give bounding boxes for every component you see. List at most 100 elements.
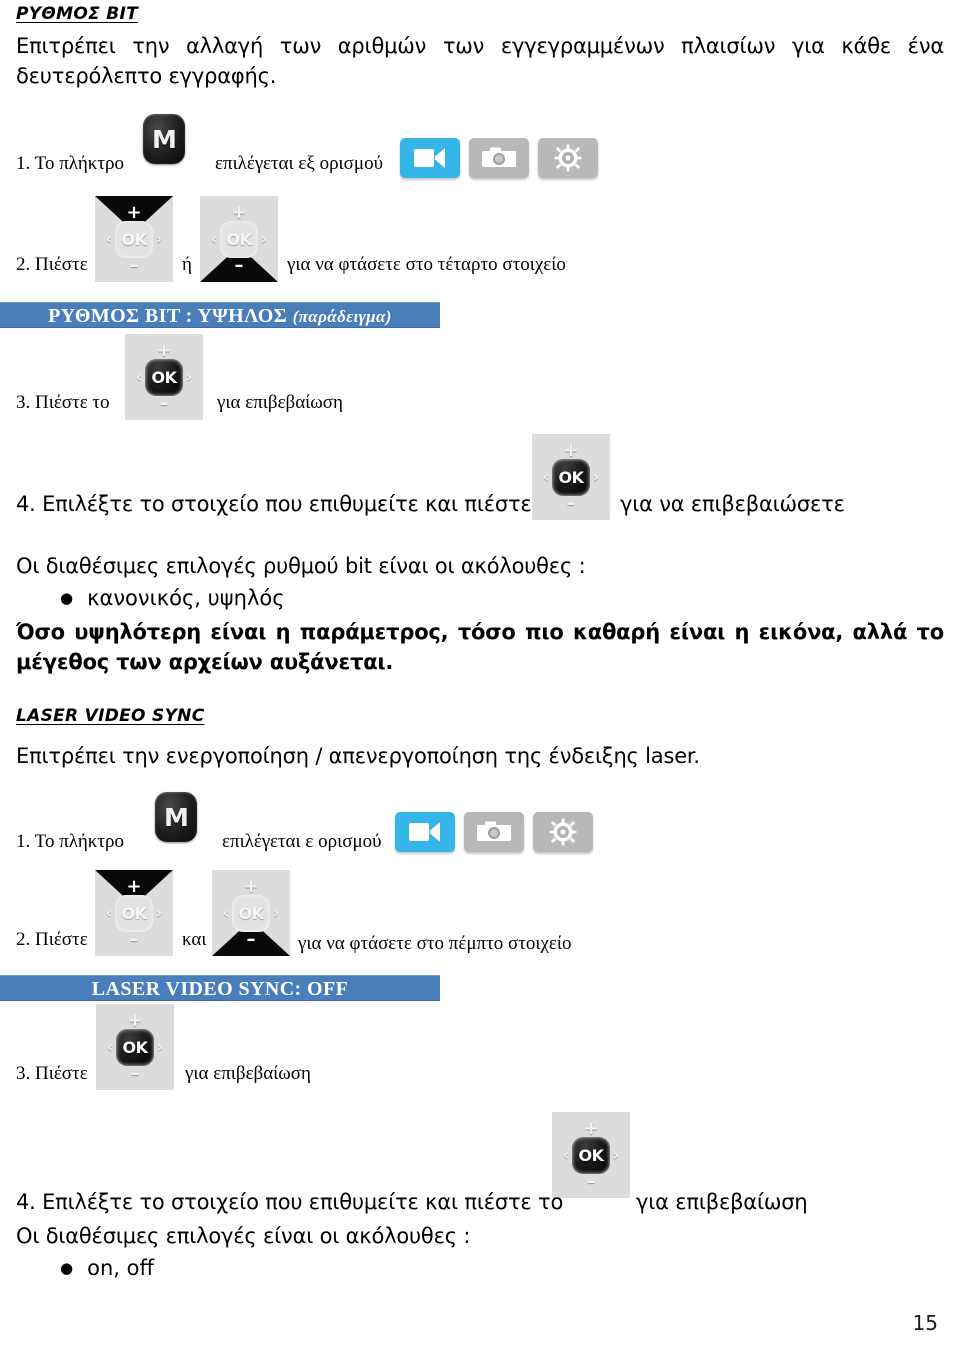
video-camera-glyph	[409, 822, 440, 842]
banner-paren-text: (παράδειγμα)	[292, 307, 392, 326]
navpad-down-label: –	[159, 392, 169, 414]
section-title-laser-video-sync: LASER VIDEO SYNC	[16, 706, 205, 726]
navpad-ok-1[interactable]: + – ‹ › OK	[125, 334, 203, 420]
section-1-option-item: ● κανονικός, υψηλός	[16, 586, 285, 610]
navpad-up-label: +	[583, 1117, 599, 1139]
step-1-1-prefix: 1. Το πλήκτρο	[16, 153, 124, 174]
m-key-1[interactable]: M	[143, 114, 185, 164]
step-2-3-suffix: για επιβεβαίωση	[185, 1063, 311, 1084]
section-2-description: Επιτρέπει την ενεργοποίηση / απενεργοποί…	[16, 744, 700, 768]
navpad-left-label: ‹	[106, 1038, 114, 1056]
step-2-2-prefix: 2. Πιέστε	[16, 929, 88, 950]
status-banner-laser-video-sync: LASER VIDEO SYNC: OFF	[0, 975, 440, 1001]
step-1-2-suffix: για να φτάσετε στο τέταρτο στοιχείο	[287, 254, 566, 275]
settings-gear-icon[interactable]	[538, 138, 598, 178]
navpad-right-label: ›	[185, 368, 193, 386]
step-2-2-suffix: για να φτάσετε στο πέμπτο στοιχείο	[298, 933, 572, 954]
navpad-ok-button[interactable]: OK	[115, 895, 153, 932]
navpad-up-2[interactable]: + – ‹ › OK	[95, 870, 173, 956]
navpad-down-label: –	[129, 254, 139, 276]
settings-gear-icon[interactable]	[533, 812, 593, 852]
step-2-3-prefix: 3. Πιέστε	[16, 1063, 88, 1084]
banner-main-text: ΡΥΘΜΟΣ ΒΙΤ : ΥΨΗΛΟΣ	[48, 305, 288, 327]
step-1-4-suffix: για να επιβεβαιώσετε	[620, 492, 845, 516]
navpad-ok-label: OK	[238, 904, 265, 923]
page-number: 15	[912, 1311, 938, 1335]
navpad-ok-button[interactable]: OK	[145, 359, 183, 396]
navpad-ok-button[interactable]: OK	[116, 1029, 154, 1066]
navpad-up-label: +	[126, 201, 142, 223]
navpad-ok-label: OK	[122, 1038, 149, 1057]
navpad-ok-button[interactable]: OK	[115, 221, 153, 258]
navpad-ok-label: OK	[121, 904, 148, 923]
step-2-4-suffix: για επιβεβαίωση	[636, 1190, 808, 1214]
navpad-ok-4[interactable]: + – ‹ › OK	[552, 1112, 630, 1198]
bullet-icon: ●	[60, 1259, 74, 1277]
navpad-up-label: +	[243, 875, 259, 897]
navpad-ok-label: OK	[151, 368, 178, 387]
step-1-3-prefix: 3. Πιέστε το	[16, 392, 110, 413]
mode-icon-row-2	[395, 812, 593, 852]
settings-gear-glyph	[549, 818, 577, 846]
m-key-2[interactable]: M	[155, 792, 197, 842]
photo-camera-icon[interactable]	[469, 138, 529, 178]
navpad-down-label: –	[566, 492, 576, 514]
document-page: ΡΥΘΜΟΣ ΒΙΤ Επιτρέπει την αλλαγή των αριθ…	[0, 0, 960, 1351]
section-title-bitrate: ΡΥΘΜΟΣ ΒΙΤ	[16, 4, 138, 24]
navpad-ok-button[interactable]: OK	[220, 221, 258, 258]
bullet-icon: ●	[60, 589, 74, 607]
navpad-left-label: ‹	[210, 230, 218, 248]
navpad-left-label: ‹	[542, 468, 550, 486]
section-1-title-wrap: ΡΥΘΜΟΣ ΒΙΤ	[16, 4, 138, 24]
section-2-title-wrap: LASER VIDEO SYNC	[16, 706, 205, 726]
navpad-down-2[interactable]: + – ‹ › OK	[212, 870, 290, 956]
navpad-left-label: ‹	[105, 904, 113, 922]
navpad-ok-3[interactable]: + – ‹ › OK	[96, 1004, 174, 1090]
navpad-down-1[interactable]: + – ‹ › OK	[200, 196, 278, 282]
photo-camera-glyph	[477, 821, 511, 841]
navpad-ok-label: OK	[121, 230, 148, 249]
step-2-1-prefix: 1. Το πλήκτρο	[16, 831, 124, 852]
step-2-1-suffix: επιλέγεται ε ορισμού	[222, 831, 382, 852]
navpad-left-label: ‹	[562, 1146, 570, 1164]
navpad-down-label: –	[234, 254, 244, 276]
banner-main-text: LASER VIDEO SYNC: OFF	[91, 978, 349, 1000]
step-1-1-suffix: επιλέγεται εξ ορισμού	[215, 153, 384, 174]
navpad-ok-button[interactable]: OK	[232, 895, 270, 932]
section-2-options-intro: Οι διαθέσιμες επιλογές είναι οι ακόλουθε…	[16, 1224, 471, 1248]
navpad-up-label: +	[156, 339, 172, 361]
navpad-ok-label: OK	[226, 230, 253, 249]
navpad-left-label: ‹	[222, 904, 230, 922]
navpad-right-label: ›	[155, 904, 163, 922]
navpad-up-label: +	[563, 439, 579, 461]
step-1-2-middle: ή	[182, 254, 192, 275]
photo-camera-glyph	[482, 147, 516, 167]
section-1-options-intro: Οι διαθέσιμες επιλογές ρυθμού bit είναι …	[16, 554, 586, 578]
navpad-right-label: ›	[612, 1146, 620, 1164]
navpad-up-label: +	[126, 875, 142, 897]
step-1-3-suffix: για επιβεβαίωση	[217, 392, 343, 413]
navpad-right-label: ›	[260, 230, 268, 248]
photo-camera-icon[interactable]	[464, 812, 524, 852]
m-key-label: M	[164, 802, 189, 832]
navpad-ok-button[interactable]: OK	[552, 459, 590, 496]
navpad-ok-2[interactable]: + – ‹ › OK	[532, 434, 610, 520]
settings-gear-glyph	[554, 144, 582, 172]
video-camera-icon[interactable]	[395, 812, 455, 852]
navpad-ok-label: OK	[558, 468, 585, 487]
navpad-down-label: –	[246, 928, 256, 950]
navpad-down-label: –	[130, 1062, 140, 1084]
navpad-down-label: –	[129, 928, 139, 950]
status-banner-bitrate: ΡΥΘΜΟΣ ΒΙΤ : ΥΨΗΛΟΣ (παράδειγμα)	[0, 302, 440, 328]
navpad-ok-label: OK	[578, 1146, 605, 1165]
video-camera-icon[interactable]	[400, 138, 460, 178]
section-1-note: Όσο υψηλότερη είναι η παράμετρος, τόσο π…	[16, 620, 944, 674]
navpad-right-label: ›	[155, 230, 163, 248]
navpad-up-1[interactable]: + – ‹ › OK	[95, 196, 173, 282]
step-2-2-middle: και	[182, 929, 207, 950]
navpad-up-label: +	[231, 201, 247, 223]
navpad-left-label: ‹	[105, 230, 113, 248]
step-2-4-prefix: 4. Επιλέξτε το στοιχείο που επιθυμείτε κ…	[16, 1190, 564, 1214]
navpad-ok-button[interactable]: OK	[572, 1137, 610, 1174]
navpad-right-label: ›	[272, 904, 280, 922]
